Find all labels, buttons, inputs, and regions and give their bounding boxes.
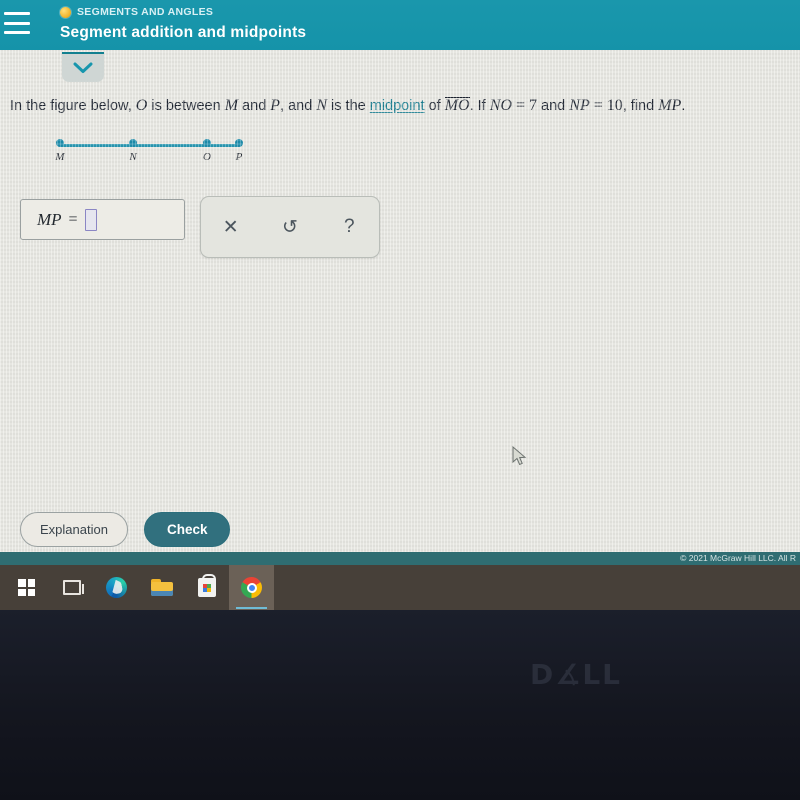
file-explorer-icon [150,579,173,596]
action-button-row: Explanation Check [20,512,231,547]
chevron-down-icon [73,62,93,73]
point-O-label: O [203,151,211,163]
undo-button[interactable]: ↺ [270,207,310,247]
segment-MO: MO [444,97,470,114]
laptop-bezel: D∡LL [0,610,800,800]
explanation-button[interactable]: Explanation [20,512,128,547]
number-line-figure: M N O P [36,132,266,172]
answer-value-slot[interactable] [84,208,97,231]
value-NO: 7 [529,97,538,114]
task-view-icon [62,580,84,595]
point-P-label: P [235,151,243,163]
equals-1: = [511,97,530,114]
q-period: . [681,98,686,114]
copyright-bar: © 2021 McGraw Hill LLC. All R [0,552,800,565]
edge-browser-icon [106,577,127,598]
answer-input[interactable]: MP = [20,199,185,240]
question-text: In the figure below, O is between M and … [10,96,790,116]
expr-NP: NP [569,97,590,114]
start-button-icon [18,579,35,596]
hamburger-icon[interactable] [4,12,30,34]
taskbar-file-explorer[interactable] [139,565,184,610]
learning-app-page: SEGMENTS AND ANGLES Segment addition and… [0,0,800,565]
equals-2: = [589,97,607,114]
math-tool-panel: ✕ ↺ ? [200,196,380,258]
point-N-label: N [129,151,137,163]
number-line-segment [60,144,240,147]
q-part-7: . If [469,98,490,114]
midpoint-link[interactable]: midpoint [370,98,425,114]
q-part-6: of [424,98,445,114]
q-part-8: and [537,98,570,114]
check-button[interactable]: Check [143,512,231,547]
q-var-N: N [316,97,328,114]
expand-panel-tab[interactable] [62,52,104,82]
answer-label: MP [37,209,62,229]
dell-logo: D∡LL [530,658,623,691]
taskbar-store[interactable] [184,565,229,610]
app-header: SEGMENTS AND ANGLES Segment addition and… [0,0,800,50]
point-P-dot [235,139,243,147]
help-button[interactable]: ? [329,207,369,247]
point-M-dot [56,139,64,147]
value-NP: 10 [606,97,623,114]
start-button[interactable] [4,565,49,610]
expr-NO: NO [489,97,512,114]
topic-label: SEGMENTS AND ANGLES [77,6,214,18]
page-title: Segment addition and midpoints [60,24,307,41]
taskbar-chrome[interactable] [229,565,274,610]
q-part-2: is between [147,98,225,114]
chrome-browser-icon [241,577,262,598]
q-part-3: and [238,98,271,114]
clear-button[interactable]: ✕ [211,207,251,247]
microsoft-store-icon [197,574,216,597]
topic-kicker: SEGMENTS AND ANGLES [60,6,213,18]
q-part-9: , find [622,98,659,114]
screen-photo: SEGMENTS AND ANGLES Segment addition and… [0,0,800,800]
q-part-5: is the [327,98,370,114]
answer-equals: = [68,210,78,228]
q-var-M: M [224,97,239,114]
q-part-1: In the figure below, [10,98,136,114]
find-MP: MP [658,97,682,114]
task-view-button[interactable] [49,565,94,610]
point-O-dot [203,139,211,147]
windows-taskbar [0,565,800,610]
q-part-4: , and [280,98,317,114]
taskbar-edge[interactable] [94,565,139,610]
orange-circle-icon [60,6,71,18]
copyright-text: © 2021 McGraw Hill LLC. All R [680,553,796,563]
point-N-dot [129,139,137,147]
q-var-P: P [270,97,281,114]
point-M-label: M [55,151,65,163]
q-var-O: O [135,97,148,114]
